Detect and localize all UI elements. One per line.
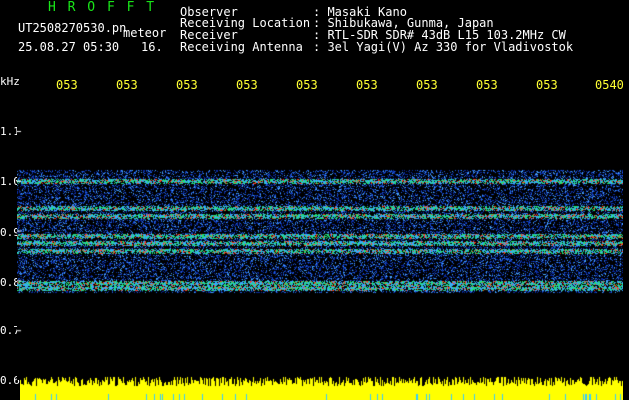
x-tick-label: 053 (296, 78, 318, 92)
x-tick-label: 053 (356, 78, 378, 92)
y-unit-label: kHz (0, 75, 20, 88)
x-tick-label: 053 (476, 78, 498, 92)
antenna-value: : 3el Yagi(V) Az 330 for Vladivostok (313, 40, 574, 54)
datetime-label: 25.08.27 05:30 (18, 40, 120, 54)
count-label: 16. (141, 40, 163, 54)
mode-label: meteor (123, 26, 167, 40)
x-tick-label: 053 (236, 78, 258, 92)
x-tick-label: 053 (416, 78, 438, 92)
x-tick-label: 053 (536, 78, 558, 92)
x-tick-label: 0540 (595, 78, 624, 92)
filename-label: UT2508270530.pn (18, 21, 127, 35)
signal-level-bar (20, 360, 623, 400)
x-tick-label: 053 (176, 78, 198, 92)
x-tick-label: 053 (56, 78, 78, 92)
spectrogram-plot (17, 98, 623, 380)
x-tick-label: 053 (116, 78, 138, 92)
app-title: H R O F F T (48, 0, 157, 15)
hrofft-window: H R O F F T UT2508270530.pn meteor 25.08… (0, 0, 629, 400)
antenna-label: Receiving Antenna (180, 40, 303, 54)
